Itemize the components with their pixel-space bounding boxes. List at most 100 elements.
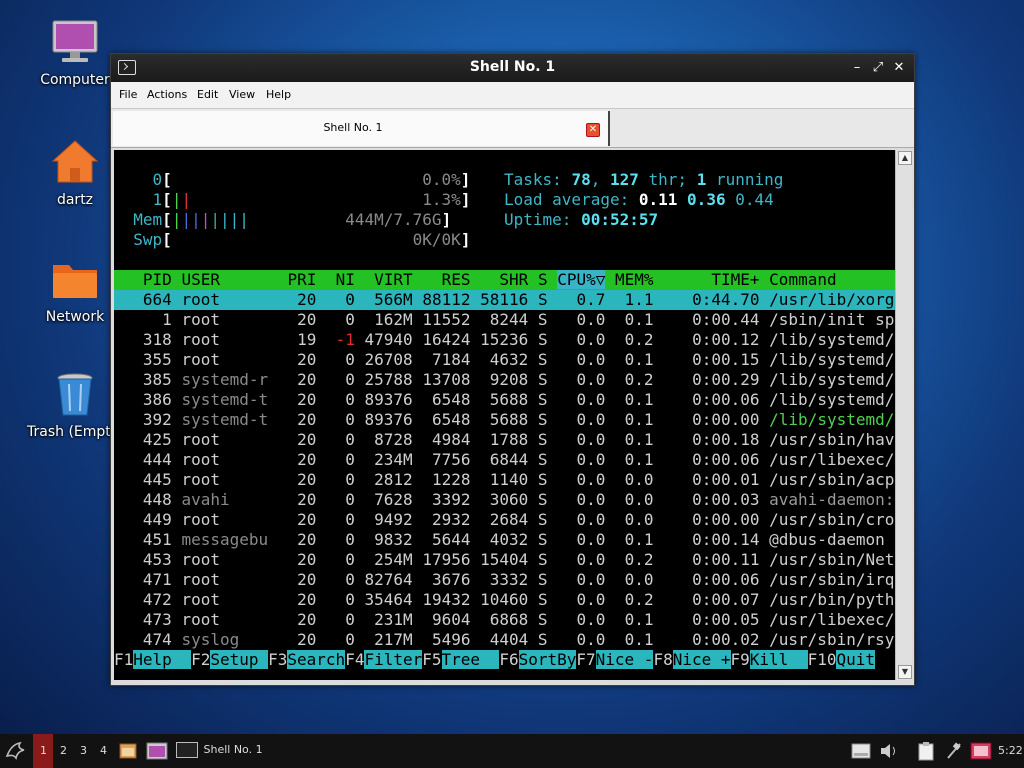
process-row[interactable]: 449 root 20 0 9492 2932 2684 S 0.0 0.0 0…: [114, 510, 895, 530]
fkey-f10: F10: [807, 650, 837, 669]
file-manager-launcher-icon[interactable]: [119, 742, 137, 763]
process-row[interactable]: 451 messagebu 20 0 9832 5644 4032 S 0.0 …: [114, 530, 895, 550]
power-plug-icon[interactable]: [945, 741, 963, 764]
process-list-header[interactable]: PID USER PRI NI VIRT RES SHR S CPU%▽ MEM…: [114, 270, 895, 290]
desktop-icon-computer[interactable]: Computer: [27, 18, 123, 88]
menu-file[interactable]: File: [119, 88, 137, 101]
cell-pri: 19: [297, 330, 317, 349]
fkey-f7: F7: [576, 650, 596, 669]
cell-mem: 0.1: [624, 390, 654, 409]
fkey-label[interactable]: SortBy: [518, 650, 577, 669]
process-row[interactable]: 385 systemd-r 20 0 25788 13708 9208 S 0.…: [114, 370, 895, 390]
start-menu-button[interactable]: [4, 738, 28, 765]
cell-pid: 472: [142, 590, 172, 609]
clipboard-icon[interactable]: [917, 741, 935, 764]
menu-help[interactable]: Help: [266, 88, 291, 101]
terminal-launcher-icon[interactable]: [146, 742, 168, 763]
cell-cmd: avahi-daemon:: [769, 490, 895, 509]
process-row[interactable]: 445 root 20 0 2812 1228 1140 S 0.0 0.0 0…: [114, 470, 895, 490]
cell-pid: 318: [142, 330, 172, 349]
cell-cpu: 0.0: [576, 470, 606, 489]
cell-s: S: [537, 630, 548, 649]
process-row[interactable]: 355 root 20 0 26708 7184 4632 S 0.0 0.1 …: [114, 350, 895, 370]
tab-bar: Shell No. 1 ✕: [111, 109, 914, 148]
cell-user: systemd-t: [181, 390, 269, 409]
maximize-button[interactable]: ⤢: [869, 59, 887, 77]
menu-actions[interactable]: Actions: [147, 88, 187, 101]
cell-cmd: /usr/sbin/acp: [769, 470, 895, 489]
process-row[interactable]: 392 systemd-t 20 0 89376 6548 5688 S 0.0…: [114, 410, 895, 430]
process-row[interactable]: 474 syslog 20 0 217M 5496 4404 S 0.0 0.1…: [114, 630, 895, 650]
window-titlebar[interactable]: Shell No. 1 – ⤢ ✕: [111, 54, 914, 82]
workspace-3[interactable]: 3: [80, 744, 87, 757]
cell-cpu: 0.0: [576, 450, 606, 469]
fkey-label[interactable]: Setup: [210, 650, 269, 669]
process-row[interactable]: 448 avahi 20 0 7628 3392 3060 S 0.0 0.0 …: [114, 490, 895, 510]
cell-pid: 444: [142, 450, 172, 469]
cell-user: root: [181, 570, 220, 589]
process-row[interactable]: 471 root 20 0 82764 3676 3332 S 0.0 0.0 …: [114, 570, 895, 590]
workspace-2[interactable]: 2: [60, 744, 67, 757]
fkey-label[interactable]: Nice +: [672, 650, 731, 669]
cell-time: 0:00.00: [692, 510, 760, 529]
process-row[interactable]: 472 root 20 0 35464 19432 10460 S 0.0 0.…: [114, 590, 895, 610]
scroll-up-icon[interactable]: ▲: [898, 151, 912, 165]
menu-view[interactable]: View: [229, 88, 255, 101]
workspace-1[interactable]: 1: [33, 734, 53, 768]
fkey-label[interactable]: Nice -: [595, 650, 654, 669]
fkey-f3: F3: [268, 650, 288, 669]
cell-pri: 20: [297, 610, 317, 629]
cell-shr: 9208: [489, 370, 529, 389]
cell-pid: 664: [142, 290, 172, 309]
network-status-icon[interactable]: [970, 741, 992, 764]
cell-cmd: /usr/sbin/rsy: [769, 630, 895, 649]
htop-terminal[interactable]: 0[ 0.0%] 1[|| 1.3%] Mem[|||||||| 444M/7.…: [114, 150, 895, 680]
fkey-label[interactable]: Search: [287, 650, 346, 669]
cell-cpu: 0.0: [576, 530, 606, 549]
drive-icon[interactable]: [851, 742, 871, 763]
taskbar-task-shell-1[interactable]: Shell No. 1: [176, 740, 263, 762]
cell-user: messagebu: [181, 530, 269, 549]
scrollbar[interactable]: ▲ ▼: [895, 150, 912, 680]
workspace-4[interactable]: 4: [100, 744, 107, 757]
cell-cmd: /usr/libexec/: [769, 610, 895, 629]
desktop-icon-network[interactable]: Network: [27, 255, 123, 325]
window-title: Shell No. 1: [469, 59, 556, 75]
process-row[interactable]: 453 root 20 0 254M 17956 15404 S 0.0 0.2…: [114, 550, 895, 570]
cell-cpu: 0.0: [576, 410, 606, 429]
menubar: File Actions Edit View Help: [111, 82, 914, 109]
fkey-label[interactable]: Tree: [441, 650, 500, 669]
menu-edit[interactable]: Edit: [197, 88, 218, 101]
tab-shell-1[interactable]: Shell No. 1 ✕: [113, 111, 610, 146]
desktop-icon-home[interactable]: dartz: [27, 138, 123, 208]
minimize-button[interactable]: –: [848, 59, 866, 77]
fkey-label[interactable]: Quit: [836, 650, 875, 669]
fkey-label[interactable]: Help: [133, 650, 192, 669]
cell-ni: 0: [345, 570, 355, 589]
process-row[interactable]: 318 root 19 -1 47940 16424 15236 S 0.0 0…: [114, 330, 895, 350]
cell-res: 88112: [422, 290, 471, 309]
process-row[interactable]: 473 root 20 0 231M 9604 6868 S 0.0 0.1 0…: [114, 610, 895, 630]
process-row[interactable]: 1 root 20 0 162M 11552 8244 S 0.0 0.1 0:…: [114, 310, 895, 330]
cell-cpu: 0.0: [576, 610, 606, 629]
cell-pid: 473: [142, 610, 172, 629]
desktop-icon-trash[interactable]: Trash (Empty): [27, 370, 125, 440]
cell-shr: 15404: [480, 550, 529, 569]
close-button[interactable]: ✕: [890, 59, 908, 77]
clock[interactable]: 5:22: [998, 744, 1023, 757]
tab-close-icon[interactable]: ✕: [586, 123, 600, 137]
process-row[interactable]: 386 systemd-t 20 0 89376 6548 5688 S 0.0…: [114, 390, 895, 410]
volume-icon[interactable]: [879, 742, 899, 763]
cell-pri: PRI: [287, 270, 317, 289]
cell-pri: 20: [297, 370, 317, 389]
fkey-label[interactable]: Filter: [364, 650, 423, 669]
scroll-down-icon[interactable]: ▼: [898, 665, 912, 679]
process-row[interactable]: 664 root 20 0 566M 88112 58116 S 0.7 1.1…: [114, 290, 895, 310]
cell-user: systemd-t: [181, 410, 269, 429]
cell-s: S: [537, 510, 548, 529]
process-row[interactable]: 444 root 20 0 234M 7756 6844 S 0.0 0.1 0…: [114, 450, 895, 470]
fkey-label[interactable]: Kill: [749, 650, 808, 669]
cell-user: root: [181, 510, 220, 529]
process-row[interactable]: 425 root 20 0 8728 4984 1788 S 0.0 0.1 0…: [114, 430, 895, 450]
function-key-bar: F1Help F2Setup F3SearchF4FilterF5Tree F6…: [114, 650, 895, 670]
